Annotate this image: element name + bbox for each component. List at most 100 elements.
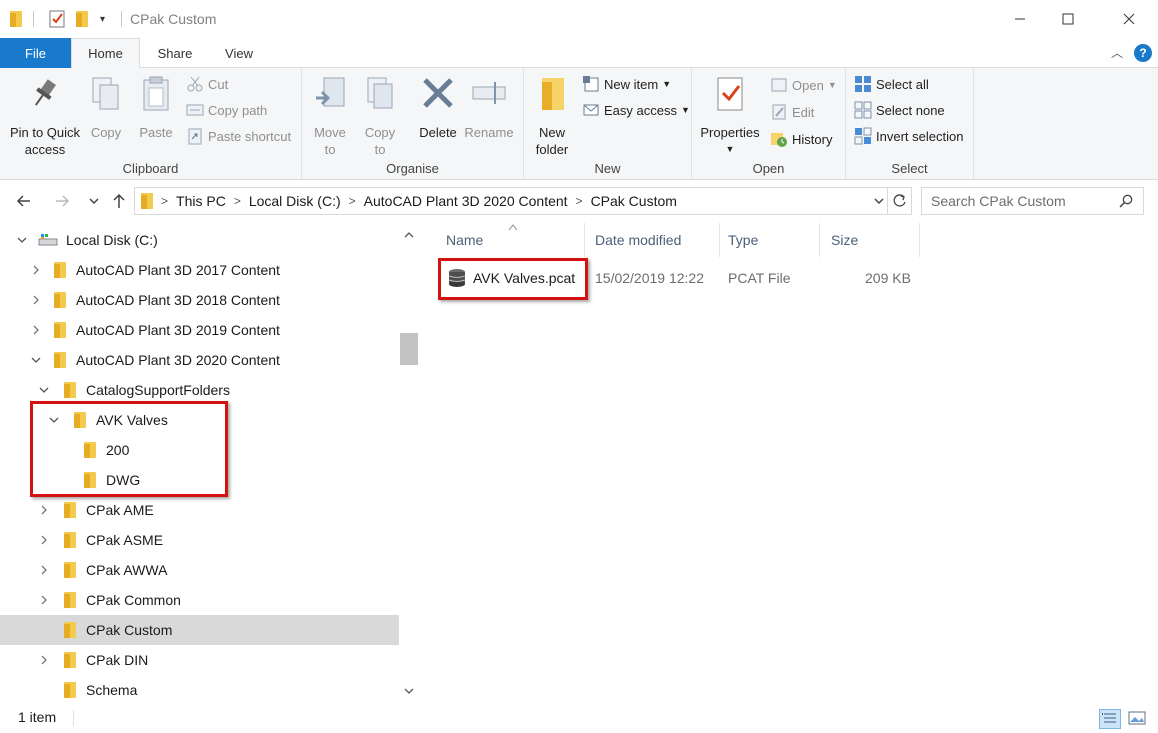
column-header-name[interactable]: Name [436,223,585,257]
properties-dropdown-icon: ▼ [725,144,735,154]
tree-item-plant3d-2017[interactable]: AutoCAD Plant 3D 2017 Content [0,255,399,285]
folder-icon [64,682,76,698]
paste-button[interactable]: Paste [134,74,178,141]
forward-arrow-icon[interactable] [50,189,74,213]
chevron-right-icon[interactable] [38,654,50,666]
drive-icon [38,233,58,247]
details-view-icon[interactable] [1099,709,1121,729]
tab-view[interactable]: View [210,38,268,68]
window-title: CPak Custom [130,11,217,27]
copy-button[interactable]: Copy [86,74,126,141]
paste-shortcut-button[interactable]: Paste shortcut [186,125,291,147]
delete-button[interactable]: Delete [416,74,460,141]
tab-file[interactable]: File [0,38,71,68]
chevron-down-icon[interactable] [30,354,42,366]
search-box[interactable]: Search CPak Custom [921,187,1144,215]
tree-item-cpak-common[interactable]: CPak Common [0,585,399,615]
chevron-right-icon[interactable] [38,594,50,606]
rename-button[interactable]: Rename [464,74,514,141]
tree-label: Local Disk (C:) [66,232,158,248]
scrollbar-thumb[interactable] [400,333,418,365]
cut-button[interactable]: Cut [186,73,228,95]
pin-to-quick-access-button[interactable]: Pin to Quick access [6,74,84,158]
open-button[interactable]: Open ▼ [770,74,837,96]
chevron-right-icon[interactable] [38,534,50,546]
refresh-icon[interactable] [887,188,911,214]
column-header-date-modified[interactable]: Date modified [585,223,720,257]
folder-icon [54,262,66,278]
address-folder-icon [141,193,153,209]
minimize-icon [1015,18,1025,20]
tree-label: AutoCAD Plant 3D 2018 Content [76,292,280,308]
tree-item-cpak-awwa[interactable]: CPak AWWA [0,555,399,585]
new-folder-button[interactable]: New folder [530,74,574,158]
copy-to-button[interactable]: Copy to [360,74,400,158]
tree-item-cpak-din[interactable]: CPak DIN [0,645,399,675]
close-button[interactable] [1106,0,1152,38]
tab-share[interactable]: Share [144,38,206,68]
tree-item-plant3d-2019[interactable]: AutoCAD Plant 3D 2019 Content [0,315,399,345]
breadcrumb-plant3d-2020[interactable]: AutoCAD Plant 3D 2020 Content [364,193,568,209]
tree-item-plant3d-2018[interactable]: AutoCAD Plant 3D 2018 Content [0,285,399,315]
tree-item-local-disk[interactable]: Local Disk (C:) [0,225,399,255]
pin-label-line1: Pin to Quick [9,125,81,140]
breadcrumb-this-pc[interactable]: This PC [176,193,226,209]
up-arrow-icon[interactable] [107,189,131,213]
copy-path-button[interactable]: Copy path [186,99,267,121]
column-header-type[interactable]: Type [718,223,820,257]
properties-check-icon[interactable] [48,9,66,29]
help-icon[interactable]: ? [1134,44,1152,62]
folder-icon [64,622,76,638]
tree-item-cpak-asme[interactable]: CPak ASME [0,525,399,555]
tree-item-plant3d-2020[interactable]: AutoCAD Plant 3D 2020 Content [0,345,399,375]
breadcrumb-local-disk[interactable]: Local Disk (C:) [249,193,341,209]
large-icons-view-icon[interactable] [1127,709,1149,729]
chevron-right-icon[interactable] [30,264,42,276]
chevron-right-icon[interactable] [38,504,50,516]
tree-item-cpak-custom[interactable]: CPak Custom [0,615,399,645]
copy-path-icon [186,101,204,119]
properties-button[interactable]: Properties ▼ [698,74,762,158]
navpane-scrollbar[interactable] [399,223,419,703]
quick-access-folder-icon[interactable] [10,9,24,29]
tree-label: CPak AME [86,502,154,518]
new-folder-quick-icon[interactable] [76,9,90,29]
invert-selection-button[interactable]: Invert selection [854,125,963,147]
new-item-button[interactable]: New item ▼ [582,73,671,95]
address-bar[interactable]: > This PC > Local Disk (C:) > AutoCAD Pl… [134,187,912,215]
open-group: Properties ▼ Open ▼ Edit History Open [692,68,846,180]
back-arrow-icon[interactable] [12,189,36,213]
breadcrumb-separator-icon[interactable]: > [576,194,583,208]
scroll-up-arrow-icon[interactable] [399,225,419,245]
cut-label: Cut [208,76,229,92]
tree-item-cpak-ame[interactable]: CPak AME [0,495,399,525]
chevron-down-icon[interactable] [38,384,50,396]
easy-access-dropdown-icon: ▼ [680,105,690,115]
edit-button[interactable]: Edit [770,101,814,123]
chevron-right-icon[interactable] [38,564,50,576]
column-header-size[interactable]: Size [821,223,920,257]
select-all-button[interactable]: Select all [854,73,929,95]
maximize-button[interactable] [1045,0,1091,38]
breadcrumb-separator-icon[interactable]: > [161,194,168,208]
recent-locations-chevron-icon[interactable] [82,189,106,213]
collapse-ribbon-chevron-icon[interactable]: ︿ [1108,44,1126,62]
tree-item-schema[interactable]: Schema [0,675,399,705]
chevron-down-icon[interactable] [16,234,28,246]
easy-access-button[interactable]: Easy access ▼ [582,99,690,121]
breadcrumb-separator-icon[interactable]: > [234,194,241,208]
scroll-down-arrow-icon[interactable] [399,681,419,701]
search-icon[interactable] [1119,194,1133,211]
history-button[interactable]: History [770,128,832,150]
breadcrumb-separator-icon[interactable]: > [349,194,356,208]
move-to-button[interactable]: Move to [310,74,350,158]
tab-home[interactable]: Home [71,38,140,69]
chevron-right-icon[interactable] [30,294,42,306]
breadcrumb-cpak-custom[interactable]: CPak Custom [591,193,677,209]
minimize-button[interactable] [997,0,1043,38]
close-icon [1123,13,1135,25]
address-dropdown-chevron-icon[interactable] [873,194,885,210]
customize-toolbar-chevron-icon[interactable]: ▾ [100,9,105,29]
select-none-button[interactable]: Select none [854,99,945,121]
chevron-right-icon[interactable] [30,324,42,336]
